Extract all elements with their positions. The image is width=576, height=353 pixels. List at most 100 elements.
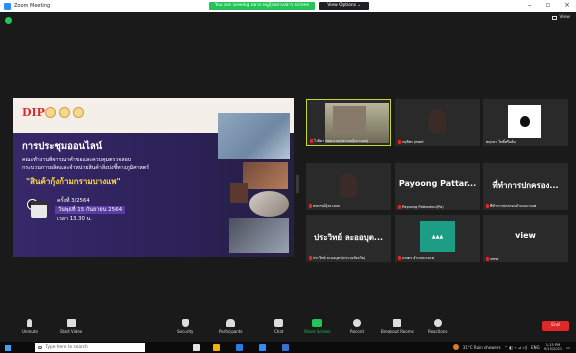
participant-display-name: view — [515, 231, 536, 240]
participant-display-name: ที่ทำการปกครอง... — [492, 181, 559, 190]
video-tile[interactable]: ▲▲▲ เกษตร อำเภอบางแพ — [395, 215, 480, 262]
taskbar-search-input[interactable]: Type here to search — [35, 343, 145, 352]
system-tray: 31°C Rain showers ⌃ ◧ ⌁ ⊿ ◁) ENG 1:15 PM… — [452, 343, 570, 351]
unmute-label: Unmute — [22, 329, 38, 334]
chat-button[interactable]: Chat — [274, 319, 283, 334]
chat-icon — [274, 319, 284, 327]
share-screen-icon — [312, 319, 323, 327]
record-label: Record — [350, 329, 364, 334]
shrimp-photo — [230, 183, 248, 203]
security-button[interactable]: Security — [177, 319, 193, 334]
participant-display-name: ประวิทย์ ละออบุต... — [313, 233, 384, 242]
calendar-icon — [31, 201, 47, 218]
apple-logo-video — [508, 105, 541, 138]
dip-logo: DIP — [22, 106, 45, 119]
view-button[interactable]: View — [552, 15, 570, 20]
title-bar: Zoom Meeting You are viewing ตลวก.หนูกุ้… — [0, 0, 576, 12]
windows-start-icon[interactable] — [5, 344, 11, 351]
window-title: Zoom Meeting — [14, 3, 51, 9]
participant-name: view — [486, 257, 498, 261]
participant-name: ประวิทย์ ละออบุตร(ประมงจังหวัด) — [309, 255, 365, 261]
zoom-window: Zoom Meeting You are viewing ตลวก.หนูกุ้… — [0, 0, 576, 353]
slide-subtitle: คณะทำงานพิจารณาคำขอและควบคุมตรวจสอบ — [22, 157, 132, 163]
start-video-button[interactable]: Start Video — [60, 319, 82, 334]
emblem-icon — [73, 107, 84, 118]
share-screen-button[interactable]: Share Screen — [304, 319, 331, 334]
view-label: View — [559, 15, 570, 20]
breakout-rooms-label: Breakout Rooms — [381, 329, 414, 334]
language-indicator[interactable]: ENG — [531, 345, 540, 350]
split-handle[interactable] — [296, 175, 299, 193]
video-tile[interactable]: ประวิทย์ ละออบุต... ประวิทย์ ละออบุตร(ปร… — [306, 215, 391, 262]
zoom-taskbar-icon[interactable] — [259, 344, 266, 351]
app-title: Zoom Meeting — [0, 2, 51, 10]
search-icon — [38, 345, 42, 350]
security-shield-icon — [181, 319, 189, 327]
clock[interactable]: 1:15 PM 9/15/2021 — [544, 343, 562, 351]
slide-highlight: "สินค้ากุ้งก้ามกรามบางแพ" — [26, 177, 121, 186]
share-screen-label: Share Screen — [304, 329, 331, 334]
window-controls: – ▫ × — [528, 1, 570, 9]
clock-date: 9/15/2021 — [543, 347, 563, 352]
viewing-screen-status: You are viewing ตลวก.หนูกุ้งปลาเปลาร scr… — [209, 2, 316, 10]
slide-subtitle: กระบวนการผลิตและจำหน่ายสินค้าสิ่งบ่งชี้ท… — [22, 165, 150, 171]
file-explorer-icon[interactable] — [213, 344, 220, 351]
participant-name: ที่ทำการปกครองอำเภอบางแพ — [486, 203, 536, 209]
notification-icon[interactable]: ▭ — [566, 345, 570, 350]
shared-screen[interactable]: DIP การประชุมออนไลน์ คณะทำงานพิจารณาคำขอ… — [13, 98, 294, 257]
mic-off-icon — [27, 319, 33, 327]
mic-muted-icon — [486, 257, 489, 261]
emblem-icon — [45, 107, 56, 118]
video-tile[interactable]: view view — [483, 215, 568, 262]
video-tile[interactable]: Payoong Pattar... Payoong Pattarakul(Pa) — [395, 163, 480, 210]
video-tile[interactable]: ไวยิดา หอมนวน(สมาคมกุ้งบางแพ) — [306, 99, 391, 146]
room-video — [333, 106, 366, 134]
record-icon — [352, 319, 361, 327]
mic-muted-icon — [309, 256, 312, 260]
search-placeholder: Type here to search — [45, 345, 88, 350]
task-view-icon[interactable] — [193, 344, 200, 351]
start-video-label: Start Video — [60, 329, 83, 334]
meeting-area: View DIP การประชุมออนไลน์ คณะทำงานพิจารณ… — [0, 12, 576, 317]
store-icon[interactable] — [236, 344, 243, 351]
mic-muted-icon — [398, 140, 401, 144]
end-meeting-button[interactable]: End — [542, 321, 569, 331]
reactions-button[interactable]: Reactions — [428, 319, 447, 334]
slide-session: ครั้งที่ 3/2564 — [57, 198, 90, 204]
chat-label: Chat — [274, 329, 284, 334]
participant-display-name: Payoong Pattar... — [398, 179, 477, 188]
video-tile[interactable]: กฤติพร jewel — [395, 99, 480, 146]
security-label: Security — [177, 329, 194, 334]
encryption-shield-icon[interactable] — [5, 17, 12, 24]
reactions-icon — [433, 319, 442, 327]
shrimp-photo — [249, 191, 289, 217]
participant-name: เกษตร อำเภอบางแพ — [398, 255, 434, 261]
view-options-button[interactable]: View Options ⌄ — [319, 2, 370, 10]
maximize-icon[interactable]: ▫ — [545, 1, 550, 9]
meeting-toolbar: Unmute Start Video Security Participants… — [0, 317, 576, 342]
emblem-icon — [59, 107, 70, 118]
app-taskbar-icon[interactable] — [282, 344, 289, 351]
breakout-rooms-icon — [393, 319, 402, 327]
weather-text[interactable]: 31°C Rain showers — [463, 345, 501, 350]
close-icon[interactable]: × — [564, 1, 570, 9]
slide-time: เวลา 13.30 น. — [57, 216, 92, 222]
record-button[interactable]: Record — [350, 319, 364, 334]
reactions-label: Reactions — [428, 329, 448, 334]
participant-video — [429, 109, 446, 133]
unmute-button[interactable]: Unmute — [22, 319, 38, 334]
breakout-rooms-button[interactable]: Breakout Rooms — [381, 319, 414, 334]
minimize-icon[interactable]: – — [528, 1, 532, 9]
video-tile[interactable]: ที่ทำการปกครอง... ที่ทำการปกครองอำเภอบาง… — [483, 163, 568, 210]
mic-muted-icon — [310, 139, 313, 143]
tray-icons[interactable]: ⌃ ◧ ⌁ ⊿ ◁) — [505, 345, 528, 350]
participants-button[interactable]: Participants — [219, 319, 243, 334]
mic-muted-icon — [398, 205, 401, 209]
video-tile[interactable]: สหกรณ์กุ้งบางแพ — [306, 163, 391, 210]
participant-name: พฤกษา โพธิ์ศรีแย้ม — [486, 140, 516, 144]
share-status-bar: You are viewing ตลวก.หนูกุ้งปลาเปลาร scr… — [209, 2, 370, 10]
participants-label: Participants — [219, 329, 243, 334]
video-tile[interactable]: พฤกษา โพธิ์ศรีแย้ม — [483, 99, 568, 146]
participant-video — [340, 173, 357, 197]
participant-name: Payoong Pattarakul(Pa) — [398, 205, 444, 209]
